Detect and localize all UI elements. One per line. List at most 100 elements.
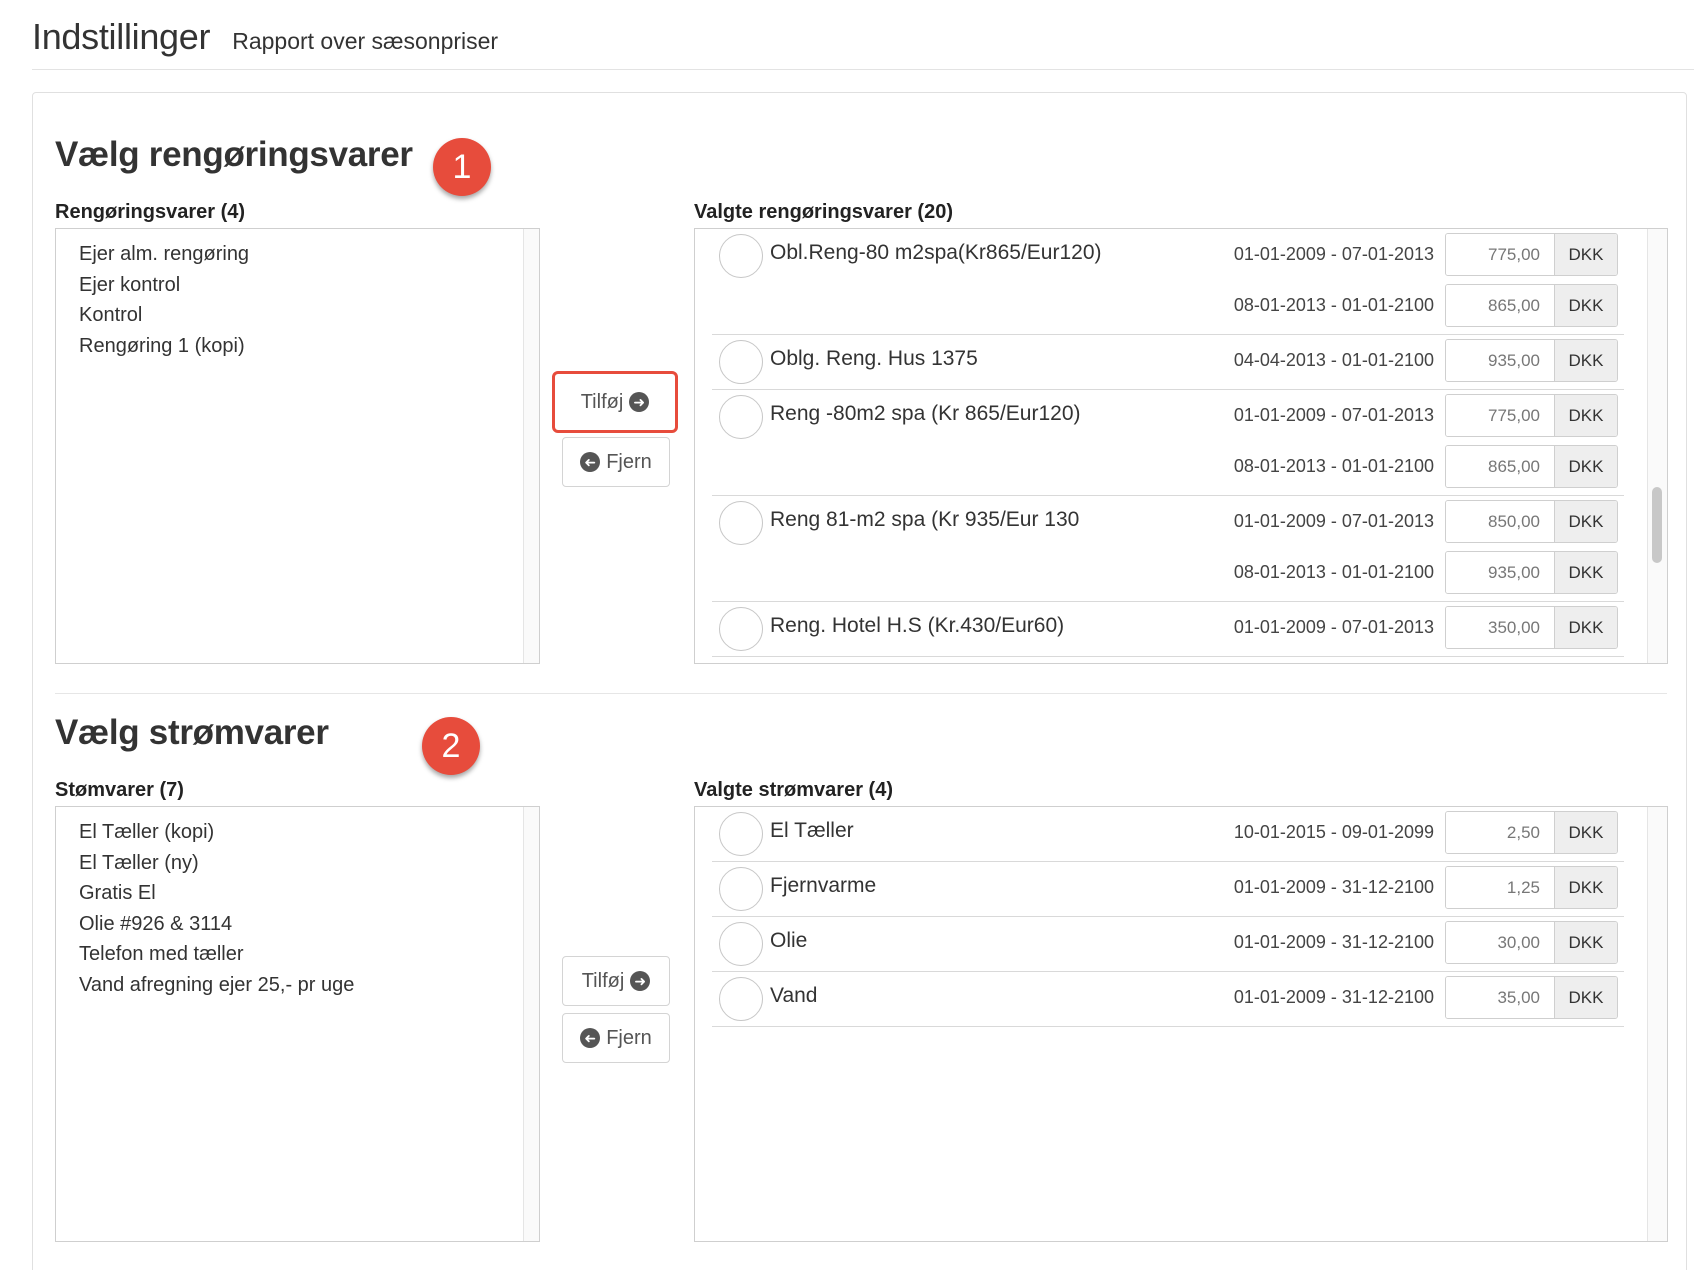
list-item[interactable]: Vand afregning ejer 25,- pr uge	[56, 970, 539, 1001]
period-dates: 04-04-2013 - 01-01-2100	[1233, 350, 1434, 370]
arrow-circle-left-icon: ➜	[580, 452, 601, 472]
period-dates: 01-01-2009 - 31-12-2100	[1233, 987, 1434, 1007]
price-input[interactable]: 2,50	[1446, 812, 1554, 853]
power-selected-label: Valgte strømvarer (4)	[694, 779, 893, 801]
price-period-row: 08-01-2013 - 01-01-2100 935,00 DKK	[712, 547, 1624, 601]
page-header: Indstillinger Rapport over sæsonpriser	[32, 10, 1694, 70]
price-period-row: 04-04-2013 - 01-01-2100 935,00 DKK	[712, 335, 1624, 389]
step-badge-1: 1	[433, 138, 491, 196]
price-input-group: 350,00 DKK	[1445, 606, 1618, 649]
price-input[interactable]: 850,00	[1446, 501, 1554, 542]
period-dates: 10-01-2015 - 09-01-2099	[1233, 822, 1434, 842]
period-dates: 08-01-2013 - 01-01-2100	[1233, 456, 1434, 476]
selected-item[interactable]: Fjernvarme 01-01-2009 - 31-12-2100 1,25 DKK	[712, 862, 1624, 917]
price-input[interactable]: 30,00	[1446, 922, 1554, 963]
list-item[interactable]: El Tæller (kopi)	[56, 817, 539, 848]
list-item[interactable]: Gratis El	[56, 878, 539, 909]
currency-addon: DKK	[1554, 234, 1617, 275]
power-heading: Vælg strømvarer	[55, 713, 329, 752]
scrollbar-thumb[interactable]	[1652, 487, 1662, 563]
remove-button-label: Fjern	[606, 450, 652, 473]
price-input[interactable]: 935,00	[1446, 552, 1554, 593]
price-input-group: 935,00 DKK	[1445, 551, 1618, 594]
list-item[interactable]: Kontrol	[56, 300, 539, 331]
selected-item[interactable]: Reng -80m2 spa (Kr 865/Eur120) 01-01-2009…	[712, 390, 1624, 496]
page-subtitle: Rapport over sæsonpriser	[232, 28, 499, 54]
price-period-row: 01-01-2009 - 07-01-2013 775,00 DKK	[712, 390, 1624, 441]
currency-addon: DKK	[1554, 395, 1617, 436]
selected-item[interactable]: Reng. Hotel H.S (Kr.430/Eur60) 01-01-2009…	[712, 602, 1624, 657]
selected-item[interactable]: El Tæller 10-01-2015 - 09-01-2099 2,50 DKK	[712, 807, 1624, 862]
price-input[interactable]: 350,00	[1446, 607, 1554, 648]
add-button-label: Tilføj	[581, 969, 625, 992]
arrow-circle-right-icon: ➜	[629, 392, 650, 412]
page: Indstillinger Rapport over sæsonpriser V…	[0, 0, 1694, 1270]
page-title: Indstillinger	[32, 16, 211, 57]
price-input-group: 35,00 DKK	[1445, 976, 1618, 1019]
price-period-row: 01-01-2009 - 31-12-2100 1,25 DKK	[712, 862, 1624, 916]
price-input[interactable]: 865,00	[1446, 446, 1554, 487]
arrow-circle-left-icon: ➜	[580, 1028, 601, 1048]
price-period-row: 08-01-2013 - 01-01-2100 865,00 DKK	[712, 280, 1624, 334]
price-period-row: 10-01-2015 - 09-01-2099 2,50 DKK	[712, 807, 1624, 861]
list-item[interactable]: Telefon med tæller	[56, 939, 539, 970]
selected-item[interactable]: Vand 01-01-2009 - 31-12-2100 35,00 DKK	[712, 972, 1624, 1027]
price-input-group: 935,00 DKK	[1445, 339, 1618, 382]
price-period-row: 01-01-2009 - 31-12-2100 30,00 DKK	[712, 917, 1624, 971]
price-input-group: 775,00 DKK	[1445, 394, 1618, 437]
price-period-row: 08-01-2013 - 01-01-2100 865,00 DKK	[712, 441, 1624, 495]
price-input-group: 850,00 DKK	[1445, 500, 1618, 543]
currency-addon: DKK	[1554, 867, 1617, 908]
currency-addon: DKK	[1554, 552, 1617, 593]
price-input-group: 30,00 DKK	[1445, 921, 1618, 964]
cleaning-available-list[interactable]: Ejer alm. rengøring Ejer kontrol Kontrol Re…	[55, 228, 540, 664]
price-input[interactable]: 775,00	[1446, 395, 1554, 436]
power-add-button[interactable]: Tilføj ➜	[562, 956, 670, 1006]
scrollbar[interactable]	[523, 229, 539, 663]
period-dates: 01-01-2009 - 07-01-2013	[1233, 244, 1434, 264]
period-dates: 08-01-2013 - 01-01-2100	[1233, 562, 1434, 582]
price-input[interactable]: 35,00	[1446, 977, 1554, 1018]
currency-addon: DKK	[1554, 285, 1617, 326]
cleaning-available-label: Rengøringsvarer (4)	[55, 201, 246, 223]
currency-addon: DKK	[1554, 501, 1617, 542]
period-dates: 01-01-2009 - 07-01-2013	[1233, 405, 1434, 425]
price-period-row: 01-01-2009 - 07-01-2013 850,00 DKK	[712, 496, 1624, 547]
period-dates: 01-01-2009 - 31-12-2100	[1233, 877, 1434, 897]
price-input[interactable]: 935,00	[1446, 340, 1554, 381]
price-input-group: 865,00 DKK	[1445, 284, 1618, 327]
price-input-group: 865,00 DKK	[1445, 445, 1618, 488]
settings-card: Vælg rengøringsvarer 1 Rengøringsvarer (…	[32, 92, 1687, 1270]
cleaning-remove-button[interactable]: ➜ Fjern	[562, 437, 670, 487]
period-dates: 08-01-2013 - 01-01-2100	[1233, 295, 1434, 315]
power-available-list[interactable]: El Tæller (kopi) El Tæller (ny) Gratis El O…	[55, 806, 540, 1242]
list-item[interactable]: Ejer alm. rengøring	[56, 239, 539, 270]
selected-item[interactable]: Obl.Reng-80 m2spa(Kr865/Eur120) 01-01-200…	[712, 229, 1624, 335]
period-dates: 01-01-2009 - 07-01-2013	[1233, 511, 1434, 531]
list-item[interactable]: El Tæller (ny)	[56, 848, 539, 879]
currency-addon: DKK	[1554, 922, 1617, 963]
list-item[interactable]: Ejer kontrol	[56, 270, 539, 301]
selected-item[interactable]: Olie 01-01-2009 - 31-12-2100 30,00 DKK	[712, 917, 1624, 972]
period-dates: 01-01-2009 - 31-12-2100	[1233, 932, 1434, 952]
currency-addon: DKK	[1554, 607, 1617, 648]
power-selected-list[interactable]: El Tæller 10-01-2015 - 09-01-2099 2,50 DKK F…	[694, 806, 1668, 1242]
cleaning-selected-list[interactable]: Obl.Reng-80 m2spa(Kr865/Eur120) 01-01-200…	[694, 228, 1668, 664]
price-input[interactable]: 775,00	[1446, 234, 1554, 275]
scrollbar[interactable]	[1647, 807, 1667, 1241]
list-item[interactable]: Rengøring 1 (kopi)	[56, 331, 539, 362]
selected-item[interactable]: Oblg. Reng. Hus 1375 04-04-2013 - 01-01-2…	[712, 335, 1624, 390]
cleaning-heading: Vælg rengøringsvarer	[55, 135, 413, 174]
scrollbar[interactable]	[1647, 229, 1667, 663]
cleaning-add-button[interactable]: Tilføj ➜	[552, 371, 678, 433]
price-input[interactable]: 865,00	[1446, 285, 1554, 326]
scrollbar[interactable]	[523, 807, 539, 1241]
list-item[interactable]: Olie #926 & 3114	[56, 909, 539, 940]
power-remove-button[interactable]: ➜ Fjern	[562, 1013, 670, 1063]
price-period-row: 01-01-2009 - 31-12-2100 35,00 DKK	[712, 972, 1624, 1026]
price-input[interactable]: 1,25	[1446, 867, 1554, 908]
remove-button-label: Fjern	[606, 1026, 652, 1049]
selected-item[interactable]: Reng 81-m2 spa (Kr 935/Eur 130 01-01-2009…	[712, 496, 1624, 602]
price-input-group: 775,00 DKK	[1445, 233, 1618, 276]
currency-addon: DKK	[1554, 446, 1617, 487]
